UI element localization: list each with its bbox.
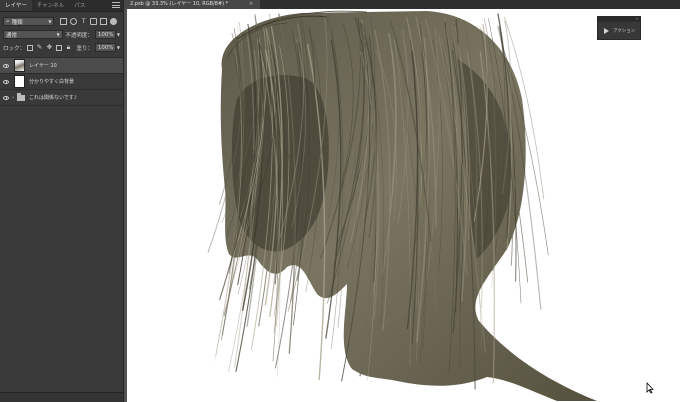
search-icon: ⌕ bbox=[6, 17, 10, 25]
visibility-eye-icon[interactable] bbox=[0, 79, 12, 84]
close-icon[interactable]: × bbox=[249, 0, 253, 9]
layer-filter-row: ⌕ 種類 ▼ T bbox=[0, 15, 123, 28]
panel-footer bbox=[0, 392, 123, 402]
layer-row[interactable]: 分かりやすく白背景 bbox=[0, 74, 123, 90]
layer-group-row[interactable]: › これは関係ないです♪ bbox=[0, 90, 123, 106]
chevron-down-icon[interactable]: ▼ bbox=[117, 45, 120, 50]
panel-tab-bar: レイヤー チャンネル パス bbox=[0, 0, 123, 12]
tab-channels[interactable]: チャンネル bbox=[32, 0, 69, 11]
collapse-icon[interactable]: « bbox=[636, 16, 638, 21]
layer-list: レイヤー 10 分かりやすく白背景 › これは関係ないです♪ bbox=[0, 57, 123, 106]
panel-menu-icon[interactable] bbox=[112, 2, 120, 9]
mouse-cursor-icon bbox=[646, 382, 654, 394]
filter-smartobject-icon[interactable] bbox=[100, 18, 108, 25]
chevron-down-icon: ▼ bbox=[48, 19, 52, 24]
hair-artwork bbox=[207, 10, 597, 401]
play-icon bbox=[604, 28, 609, 34]
layer-row[interactable]: レイヤー 10 bbox=[0, 58, 123, 74]
lock-all-icon[interactable]: 🔒︎ bbox=[65, 44, 72, 51]
visibility-eye-icon[interactable] bbox=[0, 63, 12, 68]
fill-input[interactable]: 100% bbox=[94, 43, 116, 52]
filter-toggle-icon[interactable] bbox=[110, 18, 117, 25]
lock-image-icon[interactable]: ✎ bbox=[36, 44, 43, 51]
actions-panel-header[interactable]: « bbox=[598, 16, 640, 22]
tab-layers[interactable]: レイヤー bbox=[0, 0, 32, 11]
filter-pixel-icon[interactable] bbox=[60, 18, 68, 25]
folder-icon bbox=[17, 93, 25, 101]
visibility-eye-icon[interactable] bbox=[0, 95, 12, 100]
tab-paths[interactable]: パス bbox=[69, 0, 90, 11]
layer-name[interactable]: レイヤー 10 bbox=[29, 62, 57, 69]
blend-mode-select[interactable]: 通常 ▼ bbox=[3, 30, 63, 39]
document-tab-bar: 2.psb @ 33.3% (レイヤー 10, RGB/8#) * × bbox=[124, 0, 680, 9]
lock-fill-row: ロック： ✎ ✥ 🔒︎ 塗り： 100% ▼ bbox=[0, 41, 123, 54]
filter-kind-value: 種類 bbox=[11, 19, 23, 26]
blend-mode-value: 通常 bbox=[6, 32, 18, 39]
layer-name[interactable]: 分かりやすく白背景 bbox=[29, 78, 74, 85]
fill-value: 100% bbox=[97, 44, 114, 51]
actions-panel: « アクション bbox=[597, 16, 641, 40]
actions-button[interactable]: アクション bbox=[598, 22, 640, 40]
filter-type-icon[interactable]: T bbox=[80, 18, 87, 25]
canvas[interactable] bbox=[127, 9, 680, 402]
layer-thumbnail bbox=[14, 59, 25, 72]
filter-adjustment-icon[interactable] bbox=[70, 18, 78, 25]
actions-label: アクション bbox=[613, 29, 636, 34]
lock-transparent-icon[interactable] bbox=[27, 44, 34, 51]
filter-shape-icon[interactable] bbox=[90, 18, 98, 25]
chevron-down-icon: ▼ bbox=[56, 32, 60, 37]
lock-label: ロック： bbox=[3, 45, 26, 52]
layers-panel: レイヤー チャンネル パス ⌕ 種類 ▼ T 通常 ▼ 不透明度： 100% ▼ bbox=[0, 0, 124, 402]
layer-thumbnail bbox=[14, 75, 25, 88]
chevron-right-icon[interactable]: › bbox=[12, 95, 14, 101]
document-tab[interactable]: 2.psb @ 33.3% (レイヤー 10, RGB/8#) * bbox=[124, 0, 260, 9]
opacity-value: 100% bbox=[97, 31, 114, 38]
opacity-input[interactable]: 100% bbox=[94, 30, 116, 39]
lock-artboard-icon[interactable] bbox=[56, 44, 63, 51]
chevron-down-icon[interactable]: ▼ bbox=[117, 32, 120, 37]
lock-position-icon[interactable]: ✥ bbox=[46, 44, 53, 51]
blend-opacity-row: 通常 ▼ 不透明度： 100% ▼ bbox=[0, 28, 123, 41]
fill-label: 塗り： bbox=[76, 45, 93, 52]
document-title: 2.psb @ 33.3% (レイヤー 10, RGB/8#) * bbox=[130, 1, 229, 7]
layer-group-name[interactable]: これは関係ないです♪ bbox=[29, 94, 77, 101]
opacity-label: 不透明度： bbox=[65, 32, 93, 39]
filter-kind-select[interactable]: ⌕ 種類 ▼ bbox=[3, 17, 55, 26]
